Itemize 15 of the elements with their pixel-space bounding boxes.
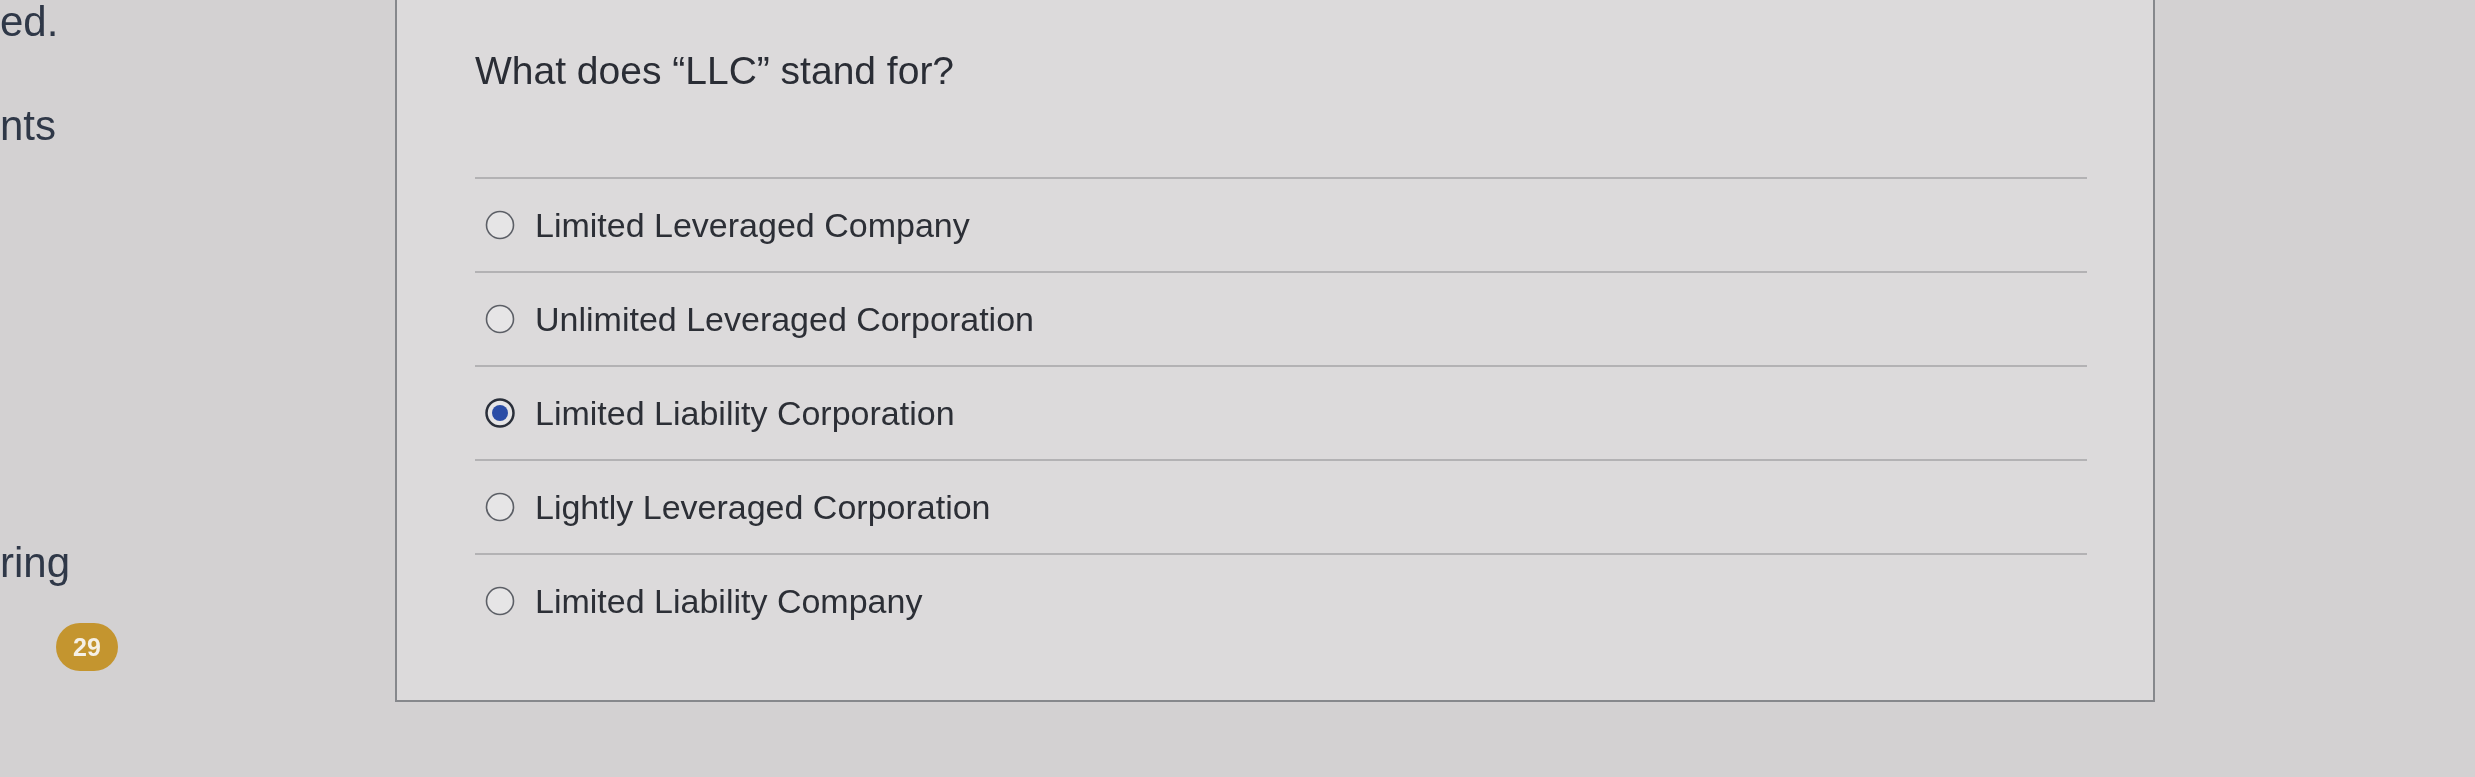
nav-link[interactable]: ed.	[0, 0, 59, 44]
option-label[interactable]: Limited Liability Company	[535, 580, 923, 622]
nav-link[interactable]: nts	[0, 102, 57, 150]
radio-button[interactable]	[485, 210, 515, 240]
option-label[interactable]: Unlimited Leveraged Corporation	[535, 298, 1034, 340]
nav-link[interactable]: ring	[0, 539, 71, 587]
option-label[interactable]: Limited Leveraged Company	[535, 204, 970, 246]
count-badge: 29	[56, 623, 118, 671]
option-label[interactable]: Limited Liability Corporation	[535, 392, 955, 434]
radio-button[interactable]	[485, 304, 515, 334]
radio-button[interactable]	[485, 492, 515, 522]
question-text: What does “LLC” stand for?	[475, 48, 956, 94]
radio-button[interactable]	[485, 586, 515, 616]
radio-button[interactable]	[485, 398, 515, 428]
option-label[interactable]: Lightly Leveraged Corporation	[535, 486, 991, 528]
